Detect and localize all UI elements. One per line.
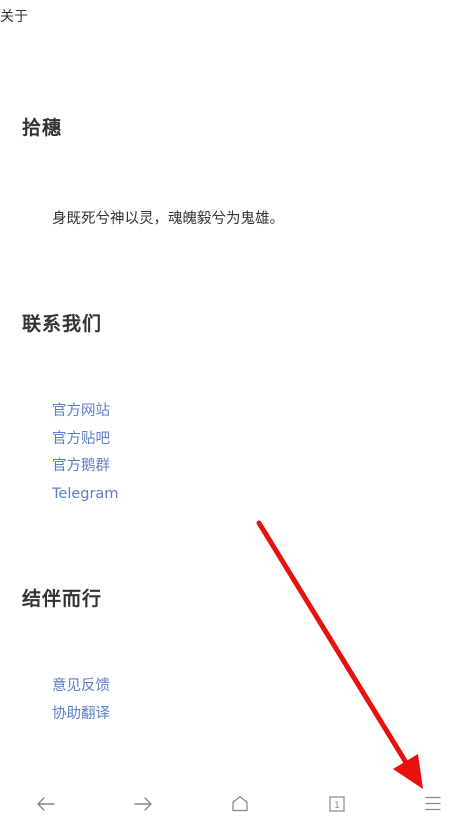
menu-icon [425,796,441,811]
quote-text: 身既死兮神以灵，魂魄毅兮为鬼雄。 [52,211,284,227]
back-button[interactable] [24,788,68,819]
list-item: 官方贴吧 [52,429,118,457]
list-item: 官方网站 [52,401,118,429]
bottom-nav-bar: 1 [0,788,468,819]
home-button[interactable] [218,788,262,819]
list-item: 官方鹅群 [52,456,118,484]
link-official-qq-group[interactable]: 官方鹅群 [52,458,110,474]
link-telegram[interactable]: Telegram [52,486,118,502]
back-icon [37,796,55,811]
list-item: 意见反馈 [52,676,110,704]
menu-button[interactable] [411,788,455,819]
tabs-icon: 1 [329,795,345,812]
tab-count: 1 [334,801,340,811]
page-title: 关于 [0,9,28,25]
link-official-website[interactable]: 官方网站 [52,403,110,419]
section-heading-contact: 联系我们 [22,313,103,335]
list-item: 协助翻译 [52,704,110,732]
home-icon [232,795,248,812]
forward-button[interactable] [121,788,165,819]
forward-icon [134,796,152,811]
section-heading-shisui: 拾穗 [22,117,63,139]
section-heading-together: 结伴而行 [22,588,103,610]
together-link-list: 意见反馈 协助翻译 [52,676,110,731]
link-help-translate[interactable]: 协助翻译 [52,706,110,722]
contact-link-list: 官方网站 官方贴吧 官方鹅群 Telegram [52,401,118,511]
tabs-button[interactable]: 1 [315,788,359,819]
link-feedback[interactable]: 意见反馈 [52,678,110,694]
list-item: Telegram [52,484,118,512]
link-official-tieba[interactable]: 官方贴吧 [52,431,110,447]
